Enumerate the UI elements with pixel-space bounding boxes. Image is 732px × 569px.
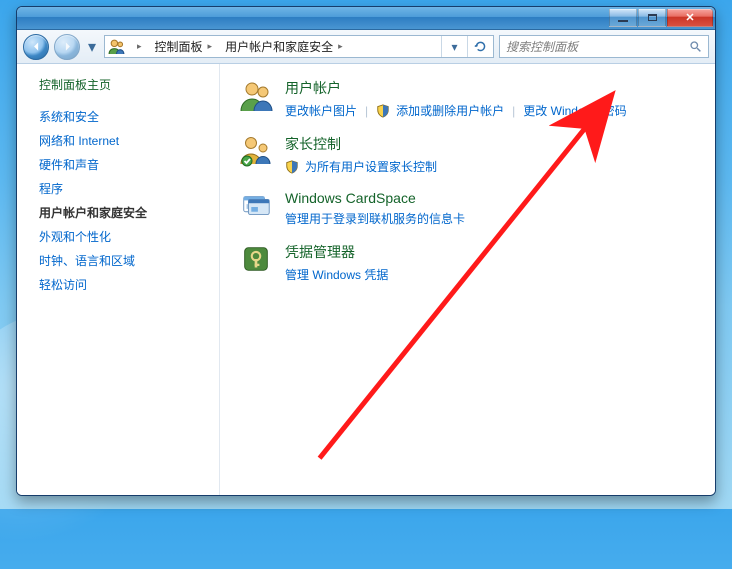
- link-parental-setup[interactable]: 为所有用户设置家长控制: [305, 158, 437, 176]
- nav-history-dropdown[interactable]: ▾: [85, 37, 99, 57]
- main-panel: 用户帐户 更改帐户图片 | 添加或删除用户帐户 | 更改 Windows 密码: [220, 64, 715, 495]
- shield-icon: [376, 104, 390, 118]
- section-user-accounts: 用户帐户 更改帐户图片 | 添加或删除用户帐户 | 更改 Windows 密码: [238, 78, 697, 120]
- section-cardspace: Windows CardSpace 管理用于登录到联机服务的信息卡: [238, 190, 697, 228]
- section-credentials: 凭据管理器 管理 Windows 凭据: [238, 242, 697, 284]
- sidebar-item-system[interactable]: 系统和安全: [39, 105, 213, 129]
- sidebar: 控制面板主页 系统和安全 网络和 Internet 硬件和声音 程序 用户帐户和…: [17, 64, 220, 495]
- sidebar-item-network[interactable]: 网络和 Internet: [39, 129, 213, 153]
- close-button[interactable]: ✕: [667, 9, 713, 27]
- forward-button[interactable]: [54, 34, 80, 60]
- maximize-button[interactable]: [638, 9, 666, 27]
- navbar: ▾ ▸ 控制面板▸ 用户帐户和家庭安全▸ ▾ 搜索控制面板: [17, 30, 715, 64]
- sidebar-item-hardware[interactable]: 硬件和声音: [39, 153, 213, 177]
- breadcrumb-root[interactable]: ▸: [127, 36, 150, 57]
- credentials-icon: [238, 242, 274, 278]
- parental-icon: [238, 134, 274, 170]
- arrow-right-icon: [61, 40, 74, 53]
- control-panel-window: ✕ ▾ ▸ 控制面板▸ 用户帐户和家庭安全▸ ▾: [16, 6, 716, 496]
- cardspace-icon: [238, 190, 274, 226]
- breadcrumb-label: 控制面板: [155, 38, 203, 55]
- section-title[interactable]: 用户帐户: [285, 78, 627, 98]
- section-title[interactable]: 凭据管理器: [285, 242, 388, 262]
- sidebar-item-ease[interactable]: 轻松访问: [39, 273, 213, 297]
- address-dropdown[interactable]: ▾: [441, 36, 467, 57]
- link-add-remove-user[interactable]: 添加或删除用户帐户: [396, 102, 504, 120]
- link-manage-cards[interactable]: 管理用于登录到联机服务的信息卡: [285, 210, 465, 228]
- search-icon: [689, 40, 702, 53]
- link-change-password[interactable]: 更改 Windows 密码: [523, 102, 626, 120]
- sidebar-home[interactable]: 控制面板主页: [39, 76, 213, 93]
- search-placeholder: 搜索控制面板: [506, 38, 578, 55]
- address-bar[interactable]: ▸ 控制面板▸ 用户帐户和家庭安全▸ ▾: [104, 35, 494, 58]
- category-icon: [105, 36, 127, 57]
- section-title[interactable]: Windows CardSpace: [285, 190, 465, 206]
- refresh-icon: [474, 40, 487, 53]
- link-change-picture[interactable]: 更改帐户图片: [285, 102, 357, 120]
- breadcrumb-label: 用户帐户和家庭安全: [225, 38, 333, 55]
- arrow-left-icon: [30, 40, 43, 53]
- link-manage-credentials[interactable]: 管理 Windows 凭据: [285, 266, 388, 284]
- shield-icon: [285, 160, 299, 174]
- titlebar: ✕: [17, 7, 715, 30]
- back-button[interactable]: [23, 34, 49, 60]
- section-title[interactable]: 家长控制: [285, 134, 437, 154]
- refresh-button[interactable]: [467, 36, 493, 57]
- sidebar-item-users[interactable]: 用户帐户和家庭安全: [39, 201, 213, 225]
- user-accounts-icon: [238, 78, 274, 114]
- sidebar-item-appearance[interactable]: 外观和个性化: [39, 225, 213, 249]
- sidebar-item-clock[interactable]: 时钟、语言和区域: [39, 249, 213, 273]
- sidebar-item-programs[interactable]: 程序: [39, 177, 213, 201]
- breadcrumb-control-panel[interactable]: 控制面板▸: [150, 36, 221, 57]
- breadcrumb-current[interactable]: 用户帐户和家庭安全▸: [220, 36, 351, 57]
- section-parental: 家长控制 为所有用户设置家长控制: [238, 134, 697, 176]
- content-area: 控制面板主页 系统和安全 网络和 Internet 硬件和声音 程序 用户帐户和…: [17, 64, 715, 495]
- minimize-button[interactable]: [609, 9, 637, 27]
- search-input[interactable]: 搜索控制面板: [499, 35, 709, 58]
